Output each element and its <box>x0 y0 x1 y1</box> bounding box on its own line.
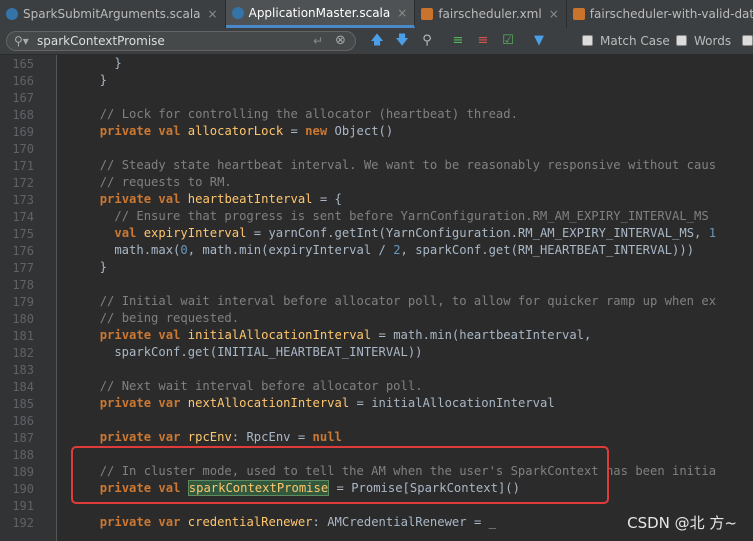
code-line[interactable]: private val allocatorLock = new Object() <box>85 124 394 141</box>
line-number: 167 <box>12 91 34 105</box>
annotation-highlight-box <box>71 446 609 504</box>
add-occurrence-icon[interactable]: ≡ <box>449 32 467 50</box>
line-number: 178 <box>12 278 34 292</box>
words-checkbox[interactable] <box>676 35 687 46</box>
line-number: 168 <box>12 108 34 122</box>
line-number: 184 <box>12 380 34 394</box>
line-number: 170 <box>12 142 34 156</box>
find-all-icon[interactable]: ⚲ <box>418 32 436 50</box>
search-box[interactable]: ⚲▾ ↵ ⊗ <box>6 31 356 51</box>
code-line[interactable]: private var credentialRenewer: AMCredent… <box>85 515 496 532</box>
scala-file-icon <box>6 8 18 20</box>
line-number: 190 <box>12 482 34 496</box>
search-input[interactable] <box>37 34 287 48</box>
line-number: 171 <box>12 159 34 173</box>
xml-file-icon <box>572 8 585 20</box>
code-line[interactable]: sparkConf.get(INITIAL_HEARTBEAT_INTERVAL… <box>85 345 422 362</box>
close-tab-icon[interactable]: × <box>397 6 407 20</box>
xml-file-icon <box>421 8 434 20</box>
scala-file-icon <box>231 6 244 19</box>
code-line[interactable]: private var rpcEnv: RpcEnv = null <box>85 430 342 447</box>
code-line[interactable]: // Steady state heartbeat interval. We w… <box>85 158 716 175</box>
search-icon[interactable]: ⚲▾ <box>14 34 29 48</box>
select-all-occurrences-icon[interactable]: ☑ <box>499 32 517 50</box>
line-number: 179 <box>12 295 34 309</box>
line-number: 180 <box>12 312 34 326</box>
line-number: 186 <box>12 414 34 428</box>
line-number: 165 <box>12 57 34 71</box>
words-label[interactable]: Words <box>694 34 731 48</box>
remove-occurrence-icon[interactable]: ≡ <box>474 32 492 50</box>
code-line[interactable]: } <box>85 56 121 73</box>
watermark: CSDN @北 方~ <box>627 514 737 532</box>
line-number: 172 <box>12 176 34 190</box>
code-line[interactable]: // Initial wait interval before allocato… <box>85 294 716 311</box>
line-number: 177 <box>12 261 34 275</box>
code-line[interactable]: private val initialAllocationInterval = … <box>85 328 592 345</box>
line-number: 174 <box>12 210 34 224</box>
find-bar: ⚲▾ ↵ ⊗ 🡅 🡇 ⚲ ≡ ≡ ☑ ▼ Match Case Words <box>0 28 753 55</box>
tab-label: SparkSubmitArguments.scala <box>23 7 201 21</box>
line-number: 189 <box>12 465 34 479</box>
regex-checkbox[interactable] <box>742 35 753 46</box>
match-case-checkbox[interactable] <box>582 35 593 46</box>
match-case-label[interactable]: Match Case <box>600 34 670 48</box>
line-number: 183 <box>12 363 34 377</box>
line-number: 176 <box>12 244 34 258</box>
code-line[interactable]: math.max(0, math.min(expiryInterval / 2,… <box>85 243 694 260</box>
line-number: 192 <box>12 516 34 530</box>
previous-occurrence-icon[interactable]: 🡅 <box>368 32 386 50</box>
line-number: 173 <box>12 193 34 207</box>
code-line[interactable]: val expiryInterval = yarnConf.getInt(Yar… <box>85 226 716 243</box>
line-number: 166 <box>12 74 34 88</box>
line-number: 175 <box>12 227 34 241</box>
editor-tab-bar: SparkSubmitArguments.scala × ApplicationMa… <box>0 0 753 29</box>
tab-fairscheduler-xml[interactable]: fairscheduler.xml × <box>415 0 567 28</box>
line-number: 191 <box>12 499 34 513</box>
code-line[interactable]: private var nextAllocationInterval = ini… <box>85 396 555 413</box>
tab-sparksubmitarguments-scala[interactable]: SparkSubmitArguments.scala × <box>0 0 226 28</box>
code-line[interactable]: } <box>85 73 107 90</box>
code-line[interactable]: // Ensure that progress is sent before Y… <box>85 209 708 226</box>
code-line[interactable]: // requests to RM. <box>85 175 232 192</box>
clear-search-icon[interactable]: ⊗ <box>335 33 346 48</box>
line-number: 169 <box>12 125 34 139</box>
tab-label: fairscheduler.xml <box>438 7 542 21</box>
line-number: 187 <box>12 431 34 445</box>
filter-icon[interactable]: ▼ <box>530 32 548 50</box>
code-line[interactable]: // Next wait interval before allocator p… <box>85 379 423 396</box>
next-occurrence-icon[interactable]: 🡇 <box>393 32 411 50</box>
line-number: 185 <box>12 397 34 411</box>
line-number-gutter: 165 166 167 168 169 170 171 172 173 174 175 176 177 1… <box>0 55 68 541</box>
close-tab-icon[interactable]: × <box>208 7 218 21</box>
line-number: 181 <box>12 329 34 343</box>
line-number: 188 <box>12 448 34 462</box>
tab-applicationmaster-scala[interactable]: ApplicationMaster.scala × <box>225 0 416 28</box>
code-line[interactable]: private val heartbeatInterval = { <box>85 192 342 209</box>
tab-label: fairscheduler-with-valid-data.xml <box>589 7 753 21</box>
tab-fairscheduler-with-valid-data-xml[interactable]: fairscheduler-with-valid-data.xml× <box>567 0 753 28</box>
code-line[interactable]: // Lock for controlling the allocator (h… <box>85 107 518 124</box>
code-line[interactable]: // being requested. <box>85 311 239 328</box>
newline-icon[interactable]: ↵ <box>313 34 323 48</box>
tab-label: ApplicationMaster.scala <box>248 5 391 20</box>
close-tab-icon[interactable]: × <box>549 7 559 21</box>
line-number: 182 <box>12 346 34 360</box>
code-line[interactable]: } <box>85 260 107 277</box>
